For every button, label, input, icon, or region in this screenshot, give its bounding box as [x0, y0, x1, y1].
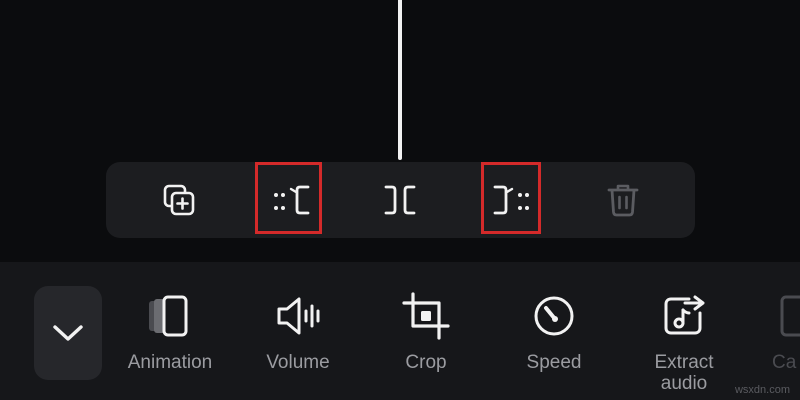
tool-extract-audio[interactable]: Extract audio — [629, 288, 739, 398]
split-icon — [384, 185, 416, 215]
duplicate-icon — [163, 184, 195, 216]
tool-crop[interactable]: Crop — [371, 288, 481, 398]
duplicate-button[interactable] — [139, 162, 219, 238]
tool-label-speed: Speed — [526, 352, 582, 373]
tool-speed[interactable]: Speed — [499, 288, 609, 398]
extract-audio-icon — [664, 295, 705, 335]
chevron-down-icon — [53, 325, 83, 341]
video-editor-screen: Animation Volume Crop Speed Extract audi… — [0, 0, 800, 400]
split-keep-right-button[interactable] — [253, 162, 333, 238]
speed-icon — [534, 296, 574, 336]
animation-icon — [149, 295, 188, 337]
tool-label-partial: Ca — [772, 352, 797, 373]
tool-label-volume: Volume — [266, 352, 330, 373]
collapse-button[interactable] — [34, 286, 102, 380]
partial-tool-icon — [780, 295, 800, 337]
tool-label-crop: Crop — [405, 352, 447, 373]
trash-icon — [607, 184, 639, 217]
clip-edit-toolbar — [106, 162, 695, 238]
split-button[interactable] — [360, 162, 440, 238]
tool-partial[interactable]: Ca — [752, 288, 800, 398]
tool-label-animation: Animation — [127, 352, 213, 373]
volume-icon — [277, 297, 320, 335]
playhead[interactable] — [398, 0, 402, 160]
tool-volume[interactable]: Volume — [243, 288, 353, 398]
bottom-tool-panel: Animation Volume Crop Speed Extract audi… — [0, 262, 800, 400]
delete-button[interactable] — [583, 162, 663, 238]
watermark: wsxdn.com — [734, 384, 790, 396]
split-keep-left-icon — [493, 185, 529, 215]
tool-label-extract-audio: Extract audio — [629, 352, 739, 394]
split-keep-left-button[interactable] — [470, 162, 550, 238]
tool-animation[interactable]: Animation — [115, 288, 225, 398]
split-keep-right-icon — [274, 185, 310, 215]
crop-icon — [402, 292, 450, 340]
tool-label-extract-audio-text: Extract audio — [654, 352, 714, 394]
